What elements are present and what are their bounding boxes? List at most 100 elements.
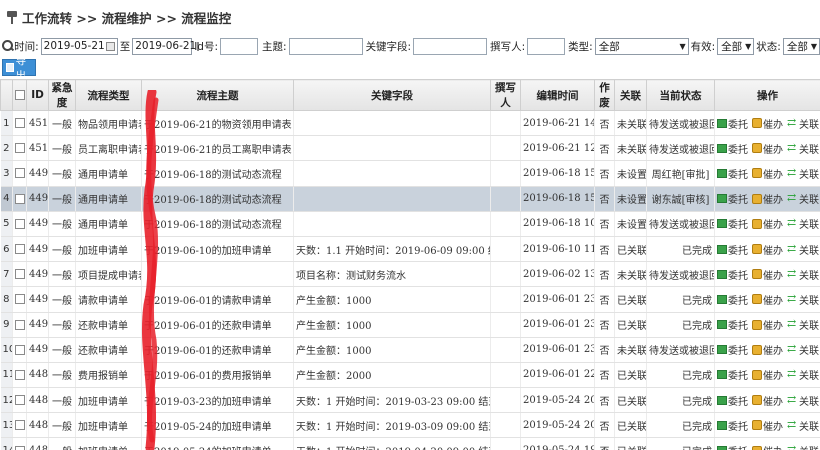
cell-subject[interactable]: 于2019-03-23的加班申请单 (141, 387, 294, 414)
table-row[interactable]: 13 4487一般加班申请单于2019-05-24的加班申请单天数：1 开始时间：… (0, 412, 820, 439)
row-checkbox-cell[interactable] (12, 135, 27, 162)
date-from-field[interactable]: 2019-05-21 (40, 37, 118, 55)
link-action[interactable]: 关联 (787, 191, 819, 206)
entrust-action[interactable]: 委托 (717, 216, 748, 231)
link-action[interactable]: 关联 (787, 242, 819, 257)
entrust-action[interactable]: 委托 (717, 242, 748, 257)
cell-subject[interactable] (141, 261, 294, 288)
urge-action[interactable]: 催办 (752, 317, 783, 332)
entrust-action[interactable]: 委托 (717, 191, 748, 206)
row-checkbox[interactable] (15, 445, 25, 450)
row-checkbox-cell[interactable] (12, 286, 27, 313)
table-row[interactable]: 2 4513一般员工离职申请表于2019-06-21的员工离职申请表 2019-06… (0, 135, 820, 162)
link-action[interactable]: 关联 (787, 317, 819, 332)
cell-link[interactable]: 未设置 (614, 186, 647, 212)
cell-link[interactable]: 已关联 (614, 312, 647, 338)
entrust-action[interactable]: 委托 (717, 141, 748, 156)
table-row[interactable]: 14 4486一般加班申请单于2019-05-24的加班申请单天数：1 开始时间：… (0, 437, 820, 450)
link-action[interactable]: 关联 (787, 292, 819, 307)
cell-subject[interactable]: 于2019-05-24的加班申请单 (141, 412, 294, 439)
cell-link[interactable]: 已关联 (614, 362, 647, 389)
cell-subject[interactable]: 于2019-06-01的请款申请单 (141, 286, 294, 313)
entrust-action[interactable]: 委托 (717, 367, 748, 382)
id-input[interactable] (220, 37, 259, 55)
entrust-action[interactable]: 委托 (717, 116, 748, 131)
type-select[interactable]: 全部 ▼ (594, 37, 689, 55)
cell-link[interactable]: 已关联 (614, 286, 647, 313)
table-row[interactable]: 11 4489一般费用报销单于2019-06-01的费用报销单产生金额：2000 2… (0, 362, 820, 389)
row-checkbox-cell[interactable] (12, 412, 27, 439)
urge-action[interactable]: 催办 (752, 393, 783, 408)
export-button[interactable]: 导出 (2, 55, 36, 82)
row-checkbox-cell[interactable] (12, 160, 27, 187)
link-action[interactable]: 关联 (787, 116, 819, 131)
header-author[interactable]: 撰写人 (490, 79, 521, 111)
urge-action[interactable]: 催办 (752, 342, 783, 357)
cell-link[interactable]: 未设置 (614, 160, 647, 187)
cell-subject[interactable]: 于2019-06-21的员工离职申请表 (141, 135, 294, 162)
row-checkbox[interactable] (15, 244, 25, 255)
urge-action[interactable]: 催办 (752, 116, 783, 131)
table-row[interactable]: 10 4491一般还款申请单于2019-06-01的还款申请单产生金额：1000 2… (0, 337, 820, 363)
entrust-action[interactable]: 委托 (717, 443, 748, 450)
link-action[interactable]: 关联 (787, 141, 819, 156)
select-all-checkbox[interactable] (14, 90, 25, 100)
row-checkbox[interactable] (15, 395, 25, 406)
search-icon[interactable] (2, 40, 14, 52)
cell-link[interactable]: 未设置 (614, 211, 647, 237)
header-type[interactable]: 流程类型 (75, 79, 142, 111)
table-row[interactable]: 12 4488一般加班申请单于2019-03-23的加班申请单天数：1 开始时间：… (0, 387, 820, 414)
cell-link[interactable]: 未关联 (614, 337, 647, 363)
urge-action[interactable]: 催办 (752, 242, 783, 257)
row-checkbox[interactable] (15, 143, 25, 154)
table-row[interactable]: 5 4496一般通用申请单于2019-06-18的测试动态流程 2019-06-18… (0, 211, 820, 237)
author-input[interactable] (527, 37, 566, 55)
entrust-action[interactable]: 委托 (717, 418, 748, 433)
status-select[interactable]: 全部 ▼ (782, 37, 820, 55)
row-checkbox-cell[interactable] (12, 312, 27, 338)
urge-action[interactable]: 催办 (752, 216, 783, 231)
cell-link[interactable]: 未关联 (614, 261, 647, 288)
urge-action[interactable]: 催办 (752, 292, 783, 307)
cell-subject[interactable]: 于2019-06-01的费用报销单 (141, 362, 294, 389)
table-row[interactable]: 8 4493一般请款申请单于2019-06-01的请款申请单产生金额：1000 20… (0, 286, 820, 313)
row-checkbox-cell[interactable] (12, 236, 27, 263)
link-action[interactable]: 关联 (787, 342, 819, 357)
table-row[interactable]: 1 4514一般物品领用申请表于2019-06-21的物资领用申请表 2019-06… (0, 110, 820, 137)
header-link[interactable]: 关联 (614, 79, 647, 111)
entrust-action[interactable]: 委托 (717, 342, 748, 357)
entrust-action[interactable]: 委托 (717, 166, 748, 181)
header-id[interactable]: ID (26, 79, 49, 111)
cell-subject[interactable]: 于2019-06-01的还款申请单 (141, 312, 294, 338)
urge-action[interactable]: 催办 (752, 267, 783, 282)
row-checkbox[interactable] (15, 168, 25, 179)
row-checkbox-cell[interactable] (12, 110, 27, 137)
cell-link[interactable]: 未关联 (614, 110, 647, 137)
entrust-action[interactable]: 委托 (717, 393, 748, 408)
cell-subject[interactable]: 于2019-06-01的还款申请单 (141, 337, 294, 363)
row-checkbox-cell[interactable] (12, 261, 27, 288)
urge-action[interactable]: 催办 (752, 191, 783, 206)
row-checkbox-cell[interactable] (12, 211, 27, 237)
link-action[interactable]: 关联 (787, 367, 819, 382)
cell-subject[interactable]: 于2019-06-21的物资领用申请表 (141, 110, 294, 137)
row-checkbox[interactable] (15, 369, 25, 380)
row-checkbox-cell[interactable] (12, 337, 27, 363)
calendar-icon[interactable] (105, 41, 115, 51)
row-checkbox[interactable] (15, 218, 25, 229)
entrust-action[interactable]: 委托 (717, 317, 748, 332)
header-urgency[interactable]: 紧急度 (48, 79, 76, 111)
row-checkbox-cell[interactable] (12, 362, 27, 389)
entrust-action[interactable]: 委托 (717, 267, 748, 282)
table-row[interactable]: 6 4495一般加班申请单于2019-06-10的加班申请单天数：1.1 开始时间… (0, 236, 820, 263)
cell-link[interactable]: 已关联 (614, 437, 647, 450)
table-row[interactable]: 4 4497一般通用申请单于2019-06-18的测试动态流程 2019-06-18… (0, 186, 820, 212)
link-action[interactable]: 关联 (787, 418, 819, 433)
row-checkbox[interactable] (15, 319, 25, 330)
header-keyword[interactable]: 关键字段 (293, 79, 491, 111)
row-checkbox-cell[interactable] (12, 387, 27, 414)
header-status[interactable]: 当前状态 (646, 79, 715, 111)
table-row[interactable]: 7 4494一般项目提成申请表 项目名称：测试财务流水 2019-06-02 13:3… (0, 261, 820, 288)
row-checkbox[interactable] (15, 269, 25, 280)
cell-subject[interactable]: 于2019-06-18的测试动态流程 (141, 160, 294, 187)
